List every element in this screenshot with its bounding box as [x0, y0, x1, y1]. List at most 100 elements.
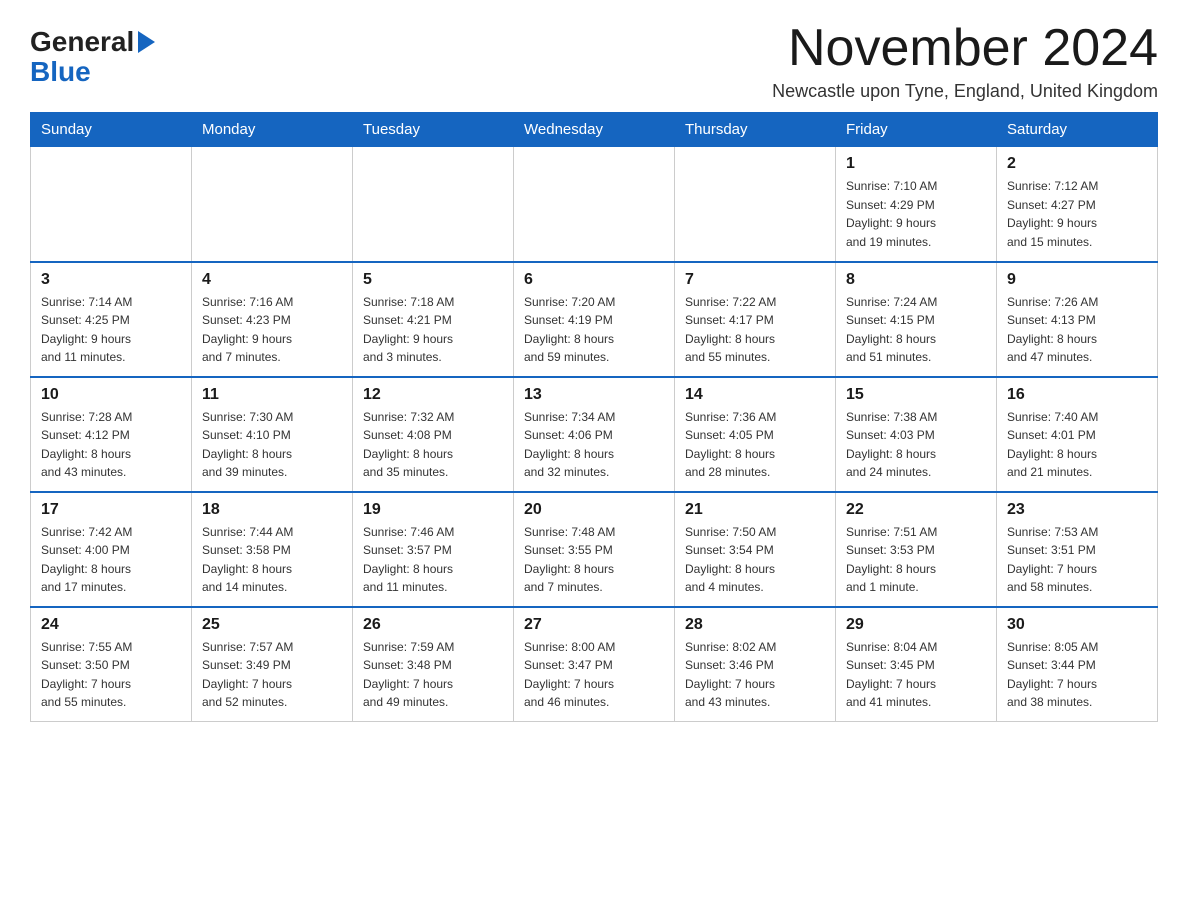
calendar-cell: 8 Sunrise: 7:24 AM Sunset: 4:15 PM Daylig… — [836, 262, 997, 377]
day-number: 5 — [363, 271, 503, 289]
day-info: Sunrise: 7:48 AM Sunset: 3:55 PM Dayligh… — [524, 523, 664, 597]
calendar-cell: 27 Sunrise: 8:00 AM Sunset: 3:47 PM Dayli… — [514, 607, 675, 722]
calendar-cell: 21Sunrise: 7:50 AM Sunset: 3:54 PM Dayli… — [675, 492, 836, 607]
day-number: 19 — [363, 501, 503, 519]
calendar-cell: 22 Sunrise: 7:51 AM Sunset: 3:53 PM Dayli… — [836, 492, 997, 607]
day-info: Sunrise: 7:55 AM Sunset: 3:50 PM Dayligh… — [41, 638, 181, 712]
logo-blue-text: Blue — [30, 56, 91, 88]
day-info: Sunrise: 7:59 AM Sunset: 3:48 PM Dayligh… — [363, 638, 503, 712]
day-number: 11 — [202, 386, 342, 404]
calendar-cell: 26 Sunrise: 7:59 AM Sunset: 3:48 PM Dayli… — [353, 607, 514, 722]
calendar-cell: 9 Sunrise: 7:26 AM Sunset: 4:13 PM Daylig… — [997, 262, 1158, 377]
calendar-cell: 11 Sunrise: 7:30 AM Sunset: 4:10 PM Dayli… — [192, 377, 353, 492]
calendar-cell — [192, 147, 353, 262]
day-info: Sunrise: 7:12 AM Sunset: 4:27 PM Dayligh… — [1007, 177, 1147, 251]
day-number: 9 — [1007, 271, 1147, 289]
calendar-cell: 15Sunrise: 7:38 AM Sunset: 4:03 PM Dayli… — [836, 377, 997, 492]
day-info: Sunrise: 7:42 AM Sunset: 4:00 PM Dayligh… — [41, 523, 181, 597]
calendar-cell: 2 Sunrise: 7:12 AM Sunset: 4:27 PM Daylig… — [997, 147, 1158, 262]
calendar-cell: 30 Sunrise: 8:05 AM Sunset: 3:44 PM Dayli… — [997, 607, 1158, 722]
day-info: Sunrise: 7:26 AM Sunset: 4:13 PM Dayligh… — [1007, 293, 1147, 367]
calendar-cell: 14Sunrise: 7:36 AM Sunset: 4:05 PM Dayli… — [675, 377, 836, 492]
day-info: Sunrise: 7:30 AM Sunset: 4:10 PM Dayligh… — [202, 408, 342, 482]
calendar-cell: 19 Sunrise: 7:46 AM Sunset: 3:57 PM Dayli… — [353, 492, 514, 607]
day-info: Sunrise: 7:50 AM Sunset: 3:54 PM Dayligh… — [685, 523, 825, 597]
day-number: 24 — [41, 616, 181, 634]
day-number: 18 — [202, 501, 342, 519]
day-info: Sunrise: 7:46 AM Sunset: 3:57 PM Dayligh… — [363, 523, 503, 597]
calendar-cell: 20 Sunrise: 7:48 AM Sunset: 3:55 PM Dayli… — [514, 492, 675, 607]
month-title: November 2024 — [772, 20, 1158, 77]
day-number: 6 — [524, 271, 664, 289]
day-number: 27 — [524, 616, 664, 634]
calendar-cell: 5 Sunrise: 7:18 AM Sunset: 4:21 PM Daylig… — [353, 262, 514, 377]
logo: General Blue — [30, 20, 155, 88]
day-number: 10 — [41, 386, 181, 404]
calendar-header-tuesday: Tuesday — [353, 113, 514, 147]
day-number: 4 — [202, 271, 342, 289]
day-number: 26 — [363, 616, 503, 634]
calendar-header-row: SundayMondayTuesdayWednesdayThursdayFrid… — [31, 113, 1158, 147]
day-number: 17 — [41, 501, 181, 519]
logo-general-text: General — [30, 28, 134, 56]
calendar-cell: 28 Sunrise: 8:02 AM Sunset: 3:46 PM Dayli… — [675, 607, 836, 722]
day-info: Sunrise: 7:34 AM Sunset: 4:06 PM Dayligh… — [524, 408, 664, 482]
calendar-table: SundayMondayTuesdayWednesdayThursdayFrid… — [30, 112, 1158, 722]
day-info: Sunrise: 7:16 AM Sunset: 4:23 PM Dayligh… — [202, 293, 342, 367]
day-number: 8 — [846, 271, 986, 289]
day-number: 2 — [1007, 155, 1147, 173]
calendar-cell: 12 Sunrise: 7:32 AM Sunset: 4:08 PM Dayli… — [353, 377, 514, 492]
day-info: Sunrise: 7:18 AM Sunset: 4:21 PM Dayligh… — [363, 293, 503, 367]
day-number: 12 — [363, 386, 503, 404]
calendar-cell — [675, 147, 836, 262]
day-info: Sunrise: 7:14 AM Sunset: 4:25 PM Dayligh… — [41, 293, 181, 367]
day-info: Sunrise: 7:44 AM Sunset: 3:58 PM Dayligh… — [202, 523, 342, 597]
calendar-cell: 23Sunrise: 7:53 AM Sunset: 3:51 PM Dayli… — [997, 492, 1158, 607]
calendar-cell: 17 Sunrise: 7:42 AM Sunset: 4:00 PM Dayli… — [31, 492, 192, 607]
day-info: Sunrise: 8:04 AM Sunset: 3:45 PM Dayligh… — [846, 638, 986, 712]
calendar-cell: 4 Sunrise: 7:16 AM Sunset: 4:23 PM Daylig… — [192, 262, 353, 377]
day-info: Sunrise: 7:38 AM Sunset: 4:03 PM Dayligh… — [846, 408, 986, 482]
calendar-cell — [31, 147, 192, 262]
day-number: 1 — [846, 155, 986, 173]
day-info: Sunrise: 7:10 AM Sunset: 4:29 PM Dayligh… — [846, 177, 986, 251]
logo-arrow-icon — [138, 31, 155, 53]
calendar-header-friday: Friday — [836, 113, 997, 147]
title-area: November 2024 Newcastle upon Tyne, Engla… — [772, 20, 1158, 102]
calendar-cell: 7Sunrise: 7:22 AM Sunset: 4:17 PM Daylig… — [675, 262, 836, 377]
calendar-cell — [353, 147, 514, 262]
page-header: General Blue November 2024 Newcastle upo… — [30, 20, 1158, 102]
calendar-cell: 29 Sunrise: 8:04 AM Sunset: 3:45 PM Dayli… — [836, 607, 997, 722]
calendar-week-row-1: 1 Sunrise: 7:10 AM Sunset: 4:29 PM Daylig… — [31, 147, 1158, 262]
calendar-header-sunday: Sunday — [31, 113, 192, 147]
day-info: Sunrise: 8:05 AM Sunset: 3:44 PM Dayligh… — [1007, 638, 1147, 712]
calendar-cell: 18 Sunrise: 7:44 AM Sunset: 3:58 PM Dayli… — [192, 492, 353, 607]
calendar-cell: 25Sunrise: 7:57 AM Sunset: 3:49 PM Dayli… — [192, 607, 353, 722]
location-subtitle: Newcastle upon Tyne, England, United Kin… — [772, 81, 1158, 102]
day-info: Sunrise: 8:00 AM Sunset: 3:47 PM Dayligh… — [524, 638, 664, 712]
calendar-cell: 13Sunrise: 7:34 AM Sunset: 4:06 PM Dayli… — [514, 377, 675, 492]
day-info: Sunrise: 7:36 AM Sunset: 4:05 PM Dayligh… — [685, 408, 825, 482]
day-info: Sunrise: 7:32 AM Sunset: 4:08 PM Dayligh… — [363, 408, 503, 482]
calendar-cell: 10Sunrise: 7:28 AM Sunset: 4:12 PM Dayli… — [31, 377, 192, 492]
calendar-week-row-2: 3Sunrise: 7:14 AM Sunset: 4:25 PM Daylig… — [31, 262, 1158, 377]
day-info: Sunrise: 7:51 AM Sunset: 3:53 PM Dayligh… — [846, 523, 986, 597]
day-number: 23 — [1007, 501, 1147, 519]
day-number: 30 — [1007, 616, 1147, 634]
day-info: Sunrise: 7:57 AM Sunset: 3:49 PM Dayligh… — [202, 638, 342, 712]
day-info: Sunrise: 7:24 AM Sunset: 4:15 PM Dayligh… — [846, 293, 986, 367]
day-number: 16 — [1007, 386, 1147, 404]
calendar-cell: 3Sunrise: 7:14 AM Sunset: 4:25 PM Daylig… — [31, 262, 192, 377]
day-info: Sunrise: 7:20 AM Sunset: 4:19 PM Dayligh… — [524, 293, 664, 367]
calendar-cell: 6 Sunrise: 7:20 AM Sunset: 4:19 PM Daylig… — [514, 262, 675, 377]
calendar-cell — [514, 147, 675, 262]
day-info: Sunrise: 8:02 AM Sunset: 3:46 PM Dayligh… — [685, 638, 825, 712]
calendar-header-saturday: Saturday — [997, 113, 1158, 147]
day-number: 28 — [685, 616, 825, 634]
calendar-week-row-5: 24 Sunrise: 7:55 AM Sunset: 3:50 PM Dayli… — [31, 607, 1158, 722]
day-number: 22 — [846, 501, 986, 519]
day-number: 29 — [846, 616, 986, 634]
calendar-cell: 24 Sunrise: 7:55 AM Sunset: 3:50 PM Dayli… — [31, 607, 192, 722]
day-number: 20 — [524, 501, 664, 519]
calendar-cell: 16Sunrise: 7:40 AM Sunset: 4:01 PM Dayli… — [997, 377, 1158, 492]
